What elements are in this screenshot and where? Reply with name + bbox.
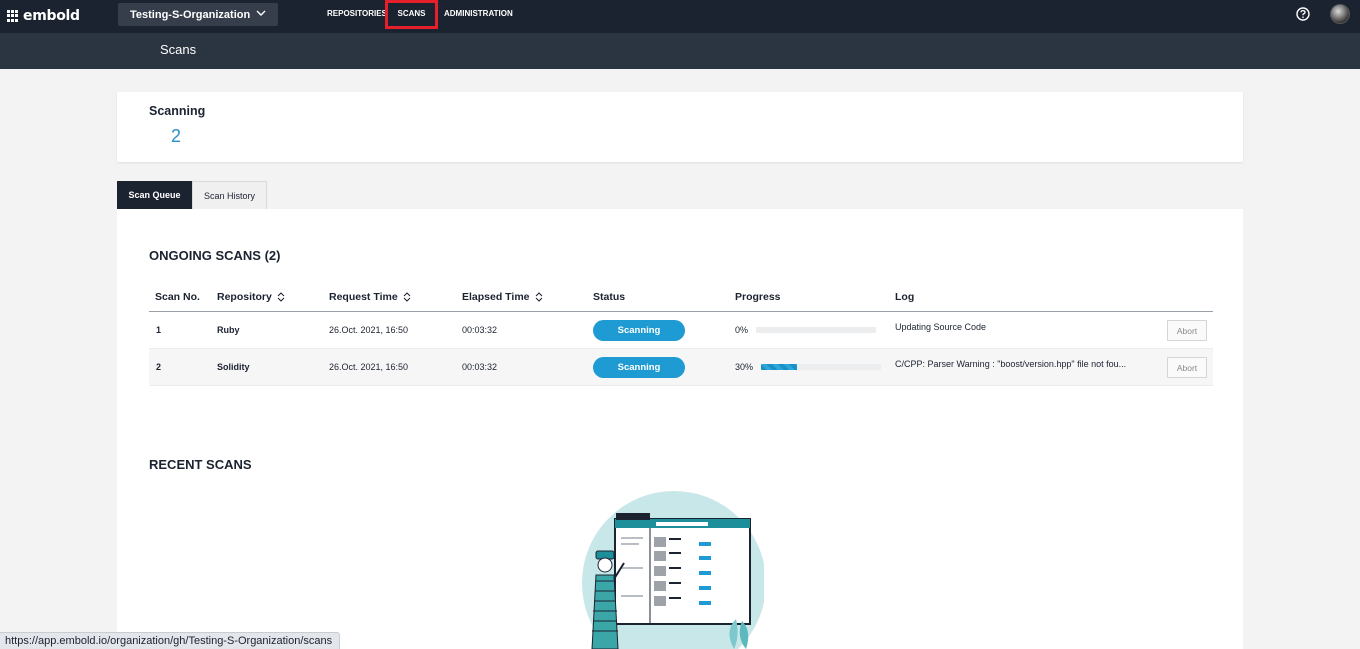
sort-icon (277, 292, 285, 302)
status-badge: Scanning (593, 320, 685, 341)
column-header-elapsed-time[interactable]: Elapsed Time (462, 291, 543, 303)
column-header-log: Log (895, 291, 915, 303)
request-time: 26.Oct. 2021, 16:50 (329, 325, 409, 335)
scan-number: 2 (156, 362, 162, 372)
organization-select-value: Testing-S-Organization (130, 8, 251, 21)
column-header-progress: Progress (735, 291, 781, 303)
nav-administration[interactable]: ADMINISTRATION (444, 0, 513, 28)
column-header-repository[interactable]: Repository (217, 291, 285, 303)
column-header-scan-no: Scan No. (155, 291, 200, 303)
chevron-down-icon (256, 10, 266, 16)
request-time: 26.Oct. 2021, 16:50 (329, 362, 409, 372)
logo-mark-icon (7, 10, 21, 22)
nav-repositories[interactable]: REPOSITORIES (327, 0, 387, 28)
column-header-request-time[interactable]: Request Time (329, 291, 411, 303)
elapsed-time: 00:03:32 (462, 325, 498, 335)
sort-icon (403, 292, 411, 302)
repository-name: Ruby (217, 325, 240, 335)
tab-scan-queue[interactable]: Scan Queue (117, 181, 192, 209)
progress-bar-fill (761, 364, 797, 370)
top-nav: embold Testing-S-Organization REPOSITORI… (0, 0, 1360, 33)
table-row: 1 Ruby 26.Oct. 2021, 16:50 00:03:32 Scan… (149, 312, 1213, 349)
table-header: Scan No. Repository Request Time Elapsed… (149, 287, 1213, 312)
log-message: Updating Source Code (895, 322, 987, 332)
ongoing-scans-table: Scan No. Repository Request Time Elapsed… (149, 287, 1213, 386)
progress-bar (761, 364, 881, 370)
recent-scans-title: RECENT SCANS (149, 457, 252, 472)
empty-state-illustration (582, 491, 764, 649)
embold-logo[interactable]: embold (7, 7, 80, 25)
nav-scans[interactable]: SCANS (385, 0, 438, 29)
user-avatar[interactable] (1330, 4, 1350, 24)
abort-button[interactable]: Abort (1167, 357, 1207, 378)
table-row: 2 Solidity 26.Oct. 2021, 16:50 00:03:32 … (149, 349, 1213, 386)
status-badge: Scanning (593, 357, 685, 378)
browser-status-url: https://app.embold.io/organization/gh/Te… (0, 632, 341, 649)
tab-scan-history[interactable]: Scan History (192, 181, 267, 209)
page-title: Scans (160, 42, 197, 57)
scanning-label: Scanning (149, 104, 206, 118)
scan-queue-panel: ONGOING SCANS (2) Scan No. Repository Re… (117, 209, 1243, 649)
sort-icon (535, 292, 542, 302)
scanning-summary-card: Scanning 2 (117, 92, 1243, 162)
column-header-status: Status (593, 291, 626, 303)
elapsed-time: 00:03:32 (462, 362, 498, 372)
progress-percent: 30% (735, 362, 754, 372)
organization-select[interactable]: Testing-S-Organization (118, 3, 278, 26)
page-header: Scans (0, 33, 1360, 69)
log-message: C/CPP: Parser Warning : "boost/version.h… (895, 359, 1127, 369)
progress-bar (756, 327, 876, 333)
repository-name: Solidity (217, 362, 250, 372)
scanning-count: 2 (171, 126, 182, 146)
progress-percent: 0% (735, 325, 749, 335)
abort-button[interactable]: Abort (1167, 320, 1207, 341)
scan-number: 1 (156, 325, 162, 335)
help-icon[interactable] (1296, 7, 1310, 21)
logo-text: embold (23, 8, 80, 24)
ongoing-scans-title: ONGOING SCANS (2) (149, 248, 281, 263)
